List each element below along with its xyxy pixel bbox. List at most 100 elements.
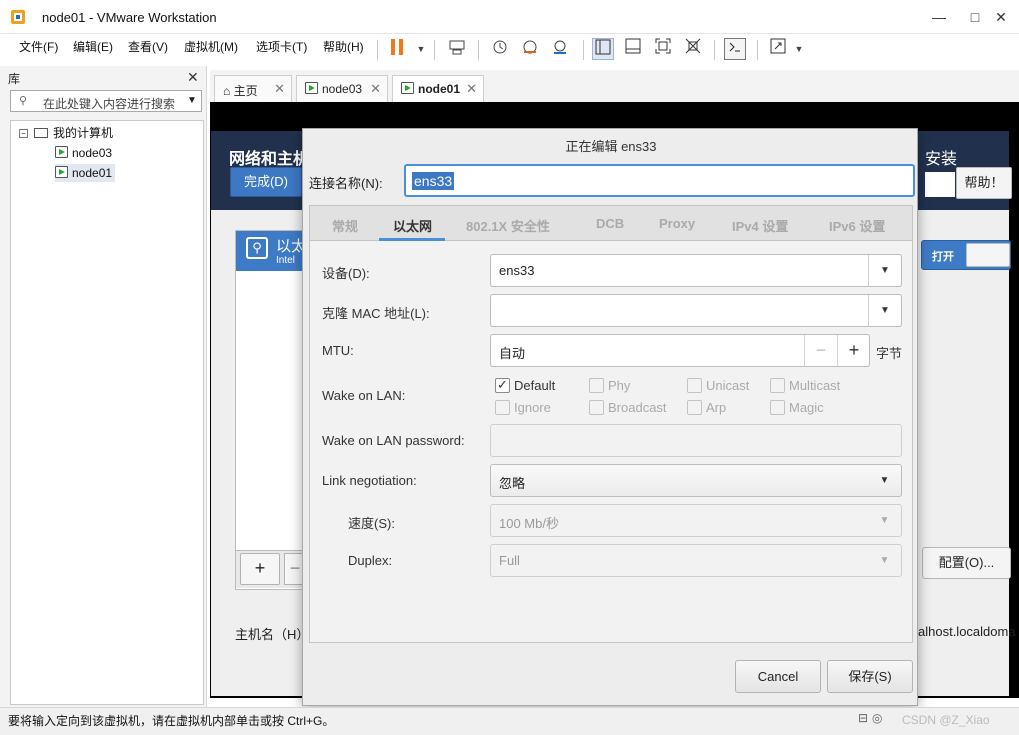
wol-phy-checkbox[interactable]: Phy bbox=[589, 378, 630, 394]
edit-connection-dialog: 正在编辑 ens33 连接名称(N): ens33 常规 以太网 802.1X … bbox=[302, 128, 918, 706]
checkbox-label: Ignore bbox=[514, 400, 551, 415]
send-keys-icon[interactable] bbox=[446, 38, 468, 60]
library-close-button[interactable]: ✕ bbox=[187, 69, 199, 86]
menu-vm[interactable]: 虚拟机(M) bbox=[184, 38, 238, 55]
chevron-down-icon[interactable]: ▼ bbox=[187, 95, 197, 106]
configure-button[interactable]: 配置(O)... bbox=[922, 547, 1011, 579]
chevron-down-icon: ▼ bbox=[879, 555, 890, 566]
pause-icon[interactable] bbox=[386, 38, 408, 60]
wol-default-checkbox[interactable]: Default bbox=[495, 377, 555, 394]
tab-label: node03 bbox=[322, 82, 363, 96]
snapshot-manager-icon[interactable] bbox=[549, 38, 571, 60]
tab-label: node01 bbox=[418, 82, 461, 96]
chevron-down-icon[interactable]: ▼ bbox=[868, 465, 901, 496]
snapshot-icon[interactable] bbox=[489, 38, 511, 60]
menu-tabs[interactable]: 选项卡(T) bbox=[256, 38, 307, 55]
speed-select[interactable]: 100 Mb/秒 ▼ bbox=[490, 504, 902, 537]
tree-item-node03[interactable]: node03 bbox=[55, 144, 112, 162]
close-tab-icon[interactable]: ✕ bbox=[466, 81, 477, 97]
tab-ipv4-settings[interactable]: IPv4 设置 bbox=[732, 216, 788, 235]
tab-dcb[interactable]: DCB bbox=[596, 216, 624, 231]
tab-general[interactable]: 常规 bbox=[332, 216, 358, 235]
wol-broadcast-checkbox[interactable]: Broadcast bbox=[589, 400, 667, 416]
chevron-down-icon[interactable]: ▼ bbox=[868, 295, 901, 326]
mtu-decrement-button[interactable]: − bbox=[804, 335, 837, 366]
chevron-down-icon[interactable]: ▼ bbox=[868, 255, 901, 286]
library-title: 库 bbox=[8, 72, 21, 86]
close-tab-icon[interactable]: ✕ bbox=[274, 81, 285, 97]
search-placeholder: 在此处键入内容进行搜索 bbox=[43, 97, 176, 111]
cancel-button[interactable]: Cancel bbox=[735, 660, 821, 693]
done-button[interactable]: 完成(D) bbox=[230, 167, 302, 197]
dialog-title: 正在编辑 ens33 bbox=[565, 139, 657, 154]
tab-node01[interactable]: node01 ✕ bbox=[392, 75, 484, 102]
cloned-mac-combo[interactable]: ▼ bbox=[490, 294, 902, 327]
mtu-spinner[interactable]: 自动 − + bbox=[490, 334, 870, 367]
maximize-button[interactable]: □ bbox=[964, 6, 986, 28]
thumbnail-view-icon[interactable] bbox=[622, 38, 644, 60]
tab-node03[interactable]: node03 ✕ bbox=[296, 75, 388, 102]
vm-running-icon bbox=[305, 82, 318, 94]
menu-help[interactable]: 帮助(H) bbox=[323, 38, 364, 55]
menu-edit[interactable]: 编辑(E) bbox=[73, 38, 113, 55]
wol-password-label: Wake on LAN password: bbox=[322, 433, 465, 448]
stretch-dropdown-icon[interactable]: ▼ bbox=[788, 38, 810, 60]
device-label: 设备(D): bbox=[322, 266, 370, 281]
tab-ipv6-settings[interactable]: IPv6 设置 bbox=[829, 216, 885, 235]
hostname-value: alhost.localdoma bbox=[918, 624, 1016, 639]
tab-label: 主页 bbox=[233, 84, 258, 98]
library-view-icon[interactable] bbox=[592, 38, 614, 60]
network-device-item[interactable]: ⚲ 以太 Intel bbox=[236, 231, 306, 271]
device-combo[interactable]: ens33 ▼ bbox=[490, 254, 902, 287]
add-device-button[interactable]: + bbox=[240, 553, 280, 585]
device-on-toggle[interactable]: 打开 bbox=[921, 240, 1011, 270]
menu-view[interactable]: 查看(V) bbox=[128, 38, 168, 55]
installer-page-title: 网络和主机 bbox=[229, 151, 310, 168]
wol-password-input[interactable] bbox=[490, 424, 902, 457]
pause-dropdown-icon[interactable]: ▼ bbox=[410, 38, 432, 60]
vm-running-icon bbox=[55, 146, 68, 158]
minimize-button[interactable]: — bbox=[928, 6, 950, 28]
checkbox-label: Broadcast bbox=[608, 400, 667, 415]
vmware-logo-icon bbox=[10, 9, 26, 25]
toggle-label: 打开 bbox=[932, 251, 954, 263]
duplex-select[interactable]: Full ▼ bbox=[490, 544, 902, 577]
link-negotiation-select[interactable]: 忽略 ▼ bbox=[490, 464, 902, 497]
connection-name-input[interactable]: ens33 bbox=[404, 164, 915, 197]
home-icon: ⌂ bbox=[223, 84, 231, 98]
wol-magic-checkbox[interactable]: Magic bbox=[770, 400, 824, 416]
tab-home[interactable]: ⌂ 主页 ✕ bbox=[214, 75, 292, 102]
tab-proxy[interactable]: Proxy bbox=[659, 216, 695, 231]
search-icon: ⚲ bbox=[19, 95, 28, 107]
computer-icon bbox=[34, 128, 48, 138]
tab-bar: ⌂ 主页 ✕ node03 ✕ node01 ✕ bbox=[210, 70, 1019, 102]
mtu-increment-button[interactable]: + bbox=[837, 335, 870, 366]
chevron-down-icon: ▼ bbox=[879, 515, 890, 526]
tree-item-node01[interactable]: node01 bbox=[55, 164, 116, 182]
wol-multicast-checkbox[interactable]: Multicast bbox=[770, 378, 840, 394]
library-search-input[interactable]: ⚲ 在此处键入内容进行搜索 ▼ bbox=[10, 90, 202, 112]
mtu-label: MTU: bbox=[322, 343, 354, 358]
link-negotiation-label: Link negotiation: bbox=[322, 473, 417, 488]
cloned-mac-label: 克隆 MAC 地址(L): bbox=[322, 306, 430, 321]
wol-unicast-checkbox[interactable]: Unicast bbox=[687, 378, 749, 394]
wol-ignore-checkbox[interactable]: Ignore bbox=[495, 400, 551, 416]
collapse-icon[interactable]: − bbox=[19, 129, 28, 138]
save-button[interactable]: 保存(S) bbox=[827, 660, 913, 693]
help-button[interactable]: 帮助！ bbox=[956, 167, 1012, 199]
wol-arp-checkbox[interactable]: Arp bbox=[687, 400, 726, 416]
device-subtitle: Intel bbox=[276, 255, 295, 266]
close-tab-icon[interactable]: ✕ bbox=[370, 81, 381, 97]
tree-root-my-computer[interactable]: − 我的计算机 bbox=[19, 124, 113, 142]
menu-file[interactable]: 文件(F) bbox=[19, 38, 58, 55]
console-icon[interactable] bbox=[724, 38, 746, 60]
revert-snapshot-icon[interactable] bbox=[519, 38, 541, 60]
tab-8021x-security[interactable]: 802.1X 安全性 bbox=[466, 216, 550, 235]
unity-icon[interactable] bbox=[682, 38, 704, 60]
stretch-icon[interactable] bbox=[767, 38, 789, 60]
close-window-button[interactable]: ✕ bbox=[990, 6, 1012, 28]
fullscreen-icon[interactable] bbox=[652, 38, 674, 60]
tab-ethernet[interactable]: 以太网 bbox=[393, 216, 432, 235]
device-status-icons[interactable]: ⊟◎ bbox=[858, 711, 887, 725]
checkbox-label: Phy bbox=[608, 378, 631, 393]
